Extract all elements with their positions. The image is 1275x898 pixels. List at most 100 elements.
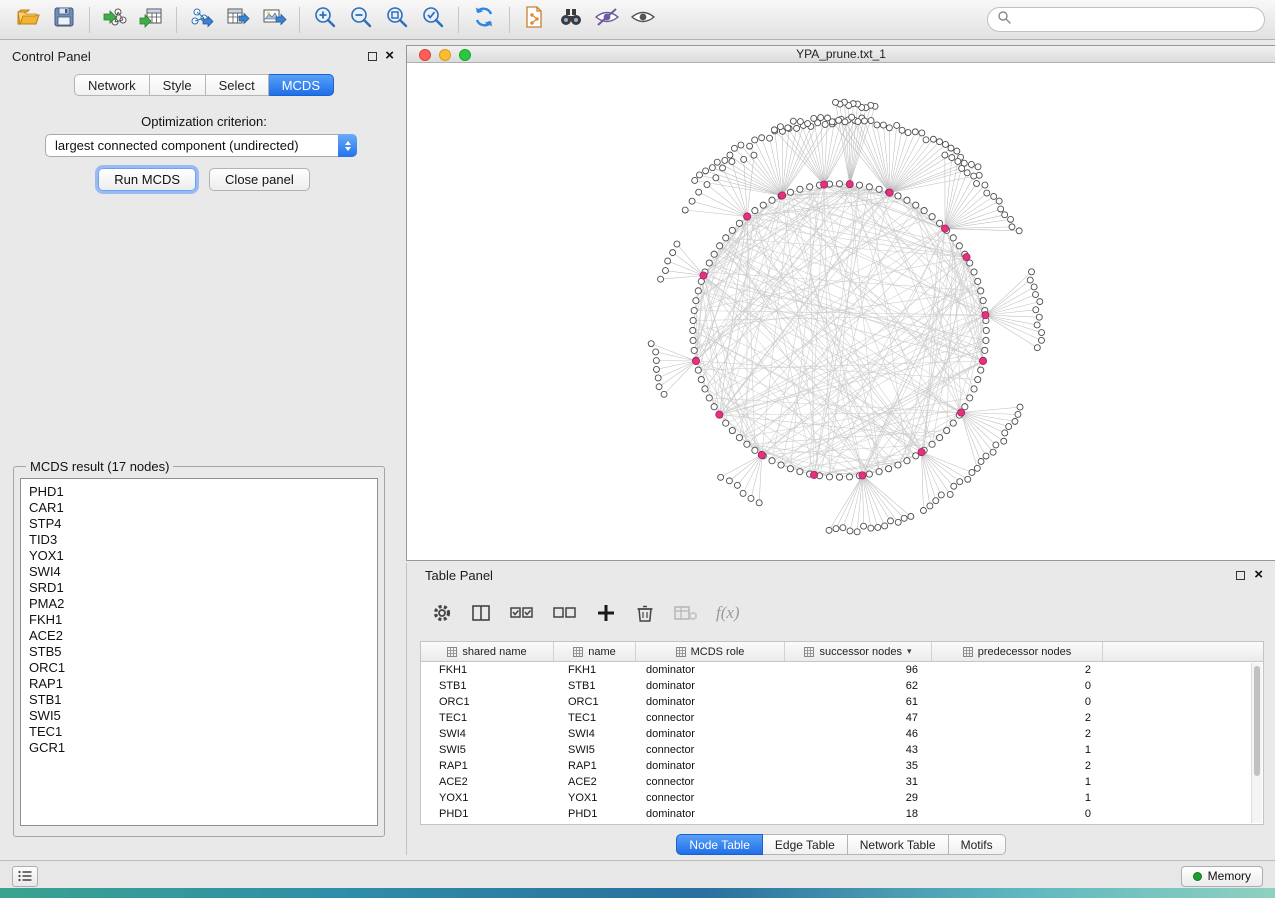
mcds-result-item[interactable]: STB5 [21,644,377,660]
show-columns-button[interactable] [470,602,492,624]
status-bar: Memory [0,860,1275,891]
mcds-result-item[interactable]: SWI4 [21,564,377,580]
export-table-button[interactable] [220,4,256,36]
search-binoculars-button[interactable] [553,4,589,36]
table-scrollbar-thumb[interactable] [1254,666,1260,776]
mcds-result-item[interactable]: PMA2 [21,596,377,612]
deselect-all-button[interactable] [552,602,578,624]
export-image-button[interactable] [256,4,292,36]
table-row[interactable]: TEC1TEC1connector472 [421,710,1263,726]
network-window-titlebar[interactable]: YPA_prune.txt_1 [407,46,1275,63]
table-row[interactable]: YOX1YOX1connector291 [421,790,1263,806]
close-panel-icon[interactable]: × [385,51,394,61]
tab-style[interactable]: Style [150,74,206,96]
table-cell: 35 [785,758,932,774]
table-cell-filler [1103,774,1263,790]
mcds-result-item[interactable]: SRD1 [21,580,377,596]
control-panel-header: Control Panel × [8,45,400,67]
toolbar-search[interactable] [987,7,1265,32]
mcds-result-item[interactable]: GCR1 [21,740,377,756]
search-input[interactable] [1017,12,1255,28]
window-close-button[interactable] [419,49,431,61]
table-cell-filler [1103,678,1263,694]
show-graphics-button[interactable] [625,4,661,36]
run-mcds-button[interactable]: Run MCDS [98,168,196,191]
mcds-result-item[interactable]: YOX1 [21,548,377,564]
mcds-result-item[interactable]: FKH1 [21,612,377,628]
import-network-button[interactable] [97,4,133,36]
column-header-shared-name[interactable]: shared name [421,642,554,661]
mcds-result-item[interactable]: SWI5 [21,708,377,724]
save-session-button[interactable] [46,4,82,36]
function-builder-button[interactable]: f(x) [716,603,740,623]
tab-network[interactable]: Network [74,74,150,96]
network-canvas[interactable] [407,64,1275,560]
export-network-button[interactable] [184,4,220,36]
table-row[interactable]: SWI4SWI4dominator462 [421,726,1263,742]
column-grid-icon [804,647,814,657]
hide-graphics-button[interactable] [589,4,625,36]
criterion-dropdown[interactable]: largest connected component (undirected) [45,134,357,157]
delete-column-button[interactable] [634,602,656,624]
mcds-result-item[interactable]: TID3 [21,532,377,548]
table-cell: 43 [785,742,932,758]
table-cell: 29 [785,790,932,806]
column-header-predecessor-nodes[interactable]: predecessor nodes [932,642,1103,661]
memory-button[interactable]: Memory [1181,866,1263,887]
table-row[interactable]: FKH1FKH1dominator962 [421,662,1263,678]
zoom-out-button[interactable] [343,4,379,36]
zoom-fit-button[interactable] [379,4,415,36]
table-settings-button[interactable] [431,602,453,624]
table-row[interactable]: STB1STB1dominator620 [421,678,1263,694]
mcds-result-item[interactable]: STP4 [21,516,377,532]
table-row[interactable]: ORC1ORC1dominator610 [421,694,1263,710]
import-table-button[interactable] [133,4,169,36]
mcds-result-item[interactable]: ACE2 [21,628,377,644]
tab-node-table[interactable]: Node Table [676,834,763,855]
close-panel-icon[interactable]: × [1254,570,1263,580]
table-scrollbar[interactable] [1251,663,1262,823]
network-canvas-area [407,64,1275,560]
column-header-mcds-role[interactable]: MCDS role [636,642,785,661]
memory-label: Memory [1208,869,1251,883]
mcds-result-item[interactable]: PHD1 [21,484,377,500]
table-cell: connector [636,710,785,726]
table-cell: 1 [932,742,1103,758]
float-panel-icon[interactable] [368,52,377,61]
mcds-result-item[interactable]: RAP1 [21,676,377,692]
tab-edge-table[interactable]: Edge Table [763,834,848,855]
share-document-button[interactable] [517,4,553,36]
tab-network-table[interactable]: Network Table [848,834,949,855]
mcds-result-item[interactable]: ORC1 [21,660,377,676]
dropdown-stepper-icon [338,134,357,157]
mcds-result-list[interactable]: PHD1CAR1STP4TID3YOX1SWI4SRD1PMA2FKH1ACE2… [20,478,378,826]
tab-select[interactable]: Select [206,74,269,96]
table-row[interactable]: PHD1PHD1dominator180 [421,806,1263,822]
table-row[interactable]: RAP1RAP1dominator352 [421,758,1263,774]
tab-motifs[interactable]: Motifs [949,834,1006,855]
table-cell: 61 [785,694,932,710]
mcds-result-item[interactable]: TEC1 [21,724,377,740]
tab-mcds[interactable]: MCDS [269,74,334,96]
node-table-header: shared name name MCDS role successor nod… [421,642,1263,662]
open-file-button[interactable] [10,4,46,36]
float-panel-icon[interactable] [1236,571,1245,580]
add-column-button[interactable] [595,602,617,624]
table-row[interactable]: SWI5SWI5connector431 [421,742,1263,758]
mcds-result-item[interactable]: STB1 [21,692,377,708]
column-header-name[interactable]: name [554,642,636,661]
open-folder-icon [15,4,41,35]
zoom-in-button[interactable] [307,4,343,36]
table-cell: FKH1 [421,662,554,678]
mcds-result-item[interactable]: CAR1 [21,500,377,516]
refresh-button[interactable] [466,4,502,36]
window-zoom-button[interactable] [459,49,471,61]
table-row[interactable]: ACE2ACE2connector311 [421,774,1263,790]
zoom-selected-button[interactable] [415,4,451,36]
task-history-button[interactable] [12,866,38,887]
window-minimize-button[interactable] [439,49,451,61]
table-cell: STB1 [421,678,554,694]
close-panel-button[interactable]: Close panel [209,168,310,191]
column-header-successor-nodes[interactable]: successor nodes ▾ [785,642,932,661]
select-all-button[interactable] [509,602,535,624]
